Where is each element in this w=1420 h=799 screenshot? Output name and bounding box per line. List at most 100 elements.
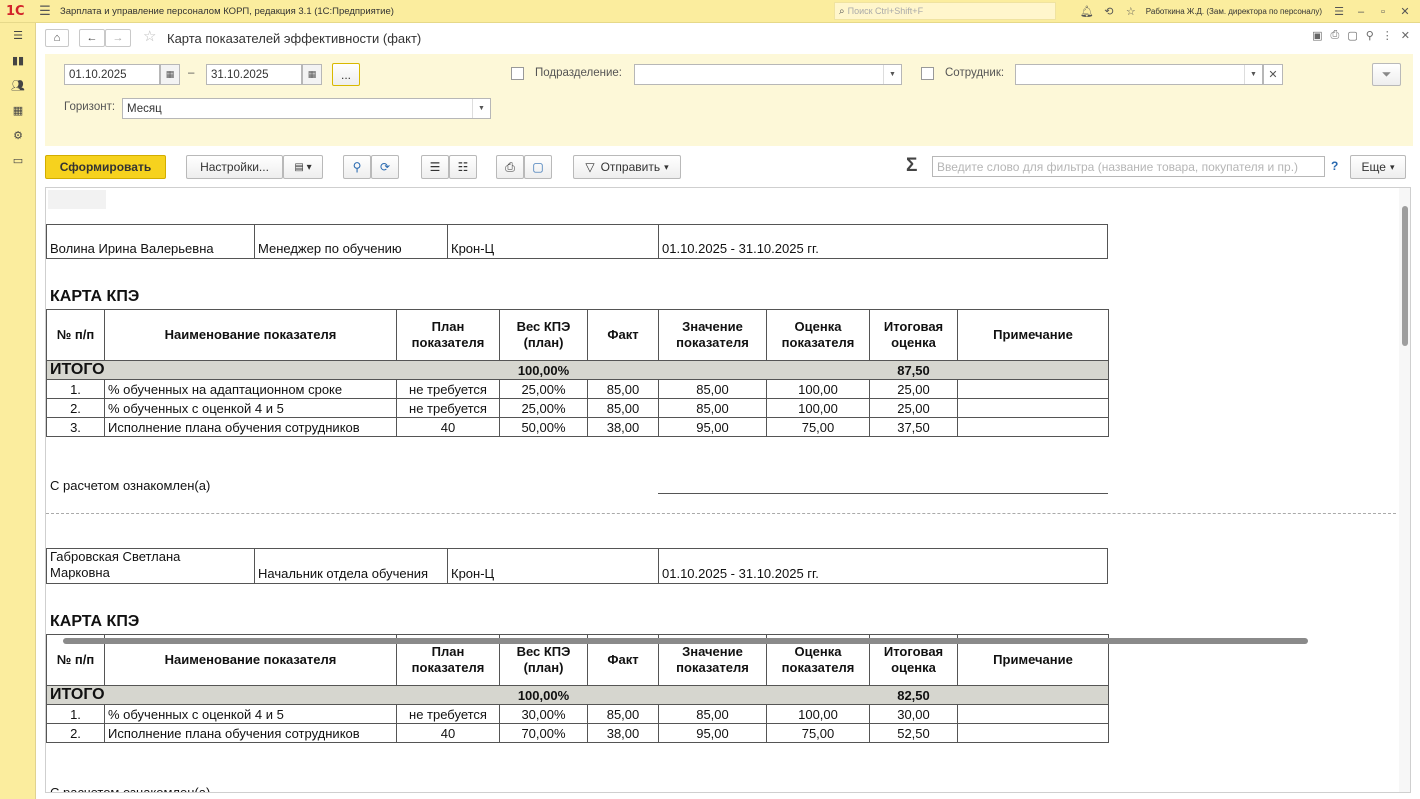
calculator-icon[interactable]: ▦	[0, 98, 36, 123]
notifications-icon[interactable]: 🔔︎	[1076, 5, 1098, 18]
column-header: № п/п	[46, 309, 105, 361]
preview-icon[interactable]: ▢	[1347, 29, 1357, 42]
cell-number: 3.	[46, 417, 105, 437]
employee-period: 01.10.2025 - 31.10.2025 гг.	[658, 224, 1108, 259]
total-score: 87,50	[869, 360, 958, 380]
horizontal-scrollbar[interactable]	[45, 636, 1398, 646]
cell-value: 85,00	[658, 379, 767, 399]
cell-fact: 85,00	[587, 704, 659, 724]
app-logo: 1С	[6, 3, 25, 19]
main-menu-icon[interactable]: ☰	[34, 3, 56, 19]
variants-dropdown-button[interactable]: ▤ ▾	[283, 155, 323, 179]
clear-icon[interactable]: ✕	[1263, 64, 1283, 85]
employee-org: Крон-Ц	[447, 548, 659, 584]
cell-value: 95,00	[658, 417, 767, 437]
send-button[interactable]: ▽ Отправить ▾	[573, 155, 681, 179]
chevron-down-icon[interactable]: ▼	[1244, 65, 1262, 84]
expand-groups-icon[interactable]: ☰	[421, 155, 449, 179]
column-header: Итоговая оценка	[869, 309, 958, 361]
global-search-input[interactable]: ⌕ Поиск Ctrl+Shift+F	[834, 2, 1056, 20]
cell-final: 25,00	[869, 398, 958, 418]
horizon-select[interactable]: Месяц ▼	[122, 98, 491, 119]
date-dash: –	[188, 67, 195, 79]
acknowledgement-text: С расчетом ознакомлен(а)	[50, 785, 211, 793]
favorites-icon[interactable]: ☆	[1120, 5, 1142, 18]
cell-plan: не требуется	[396, 398, 500, 418]
employee-name: Волина Ирина Валерьевна	[46, 224, 255, 259]
settings-menu-icon[interactable]: ☰	[1328, 5, 1350, 18]
date-to-input[interactable]: 31.10.2025	[206, 64, 302, 85]
cell-score: 75,00	[766, 417, 870, 437]
employee-field[interactable]: ▼	[1015, 64, 1263, 85]
find-icon[interactable]: ⚲	[343, 155, 371, 179]
cell-note	[957, 379, 1109, 399]
link-icon[interactable]: ⚲	[1366, 29, 1374, 42]
total-weight: 100,00%	[499, 685, 588, 705]
cell-weight: 25,00%	[499, 379, 588, 399]
save-icon[interactable]: ▣	[1312, 29, 1322, 42]
vertical-scrollbar[interactable]	[1399, 188, 1410, 792]
minimize-icon[interactable]: –	[1350, 6, 1372, 18]
total-empty	[396, 685, 500, 705]
menu-icon[interactable]: ☰	[0, 23, 36, 48]
date-from-input[interactable]: 01.10.2025	[64, 64, 160, 85]
cell-indicator: % обученных с оценкой 4 и 5	[104, 398, 397, 418]
history-icon[interactable]: ⟲	[1098, 5, 1120, 18]
report-area[interactable]: Волина Ирина Валерьевна Менеджер по обуч…	[45, 187, 1411, 793]
column-header: План показателя	[396, 309, 500, 361]
more-button[interactable]: Еще ▾	[1350, 155, 1406, 179]
scrollbar-thumb[interactable]	[1402, 206, 1408, 346]
calendar-icon[interactable]: ▦	[302, 64, 322, 85]
back-button[interactable]: ←	[79, 29, 105, 47]
send-icon: ▽	[585, 160, 595, 174]
print-preview-icon[interactable]: ▢	[524, 155, 552, 179]
employee-checkbox[interactable]	[921, 67, 934, 80]
report-search-input[interactable]: Введите слово для фильтра (название това…	[932, 156, 1325, 177]
collapse-groups-icon[interactable]: ☷	[449, 155, 477, 179]
scrollbar-thumb[interactable]	[63, 638, 1308, 644]
department-checkbox[interactable]	[511, 67, 524, 80]
employee-label: Сотрудник:	[945, 67, 1005, 79]
find-next-icon[interactable]: ⟳	[371, 155, 399, 179]
signature-line	[658, 493, 1108, 494]
cell-weight: 25,00%	[499, 398, 588, 418]
employee-info: Волина Ирина Валерьевна Менеджер по обуч…	[46, 224, 1108, 259]
chevron-down-icon[interactable]: ▼	[883, 65, 901, 84]
filter-icon[interactable]: ⏷	[1372, 63, 1401, 86]
print-icon[interactable]: ⎙	[496, 155, 524, 179]
kpe-table: № п/п Наименование показателя План показ…	[46, 309, 1109, 437]
select-period-button[interactable]: ...	[332, 63, 360, 86]
calendar-icon[interactable]: ▦	[160, 64, 180, 85]
cell-score: 100,00	[766, 398, 870, 418]
cell-plan: 40	[396, 723, 500, 743]
cell-note	[957, 723, 1109, 743]
gift-icon[interactable]: ▮▮	[0, 48, 36, 73]
employee-name-line: Габровская Светлана	[50, 549, 181, 564]
search-icon: ⌕	[839, 5, 845, 17]
settings-button[interactable]: Настройки...	[186, 155, 283, 179]
cell-number: 2.	[46, 723, 105, 743]
gear-icon[interactable]: ⚙	[0, 123, 36, 148]
forward-button[interactable]: →	[105, 29, 131, 47]
favorite-star-icon[interactable]: ☆	[143, 27, 156, 45]
more-actions-icon[interactable]: ⋮	[1382, 29, 1393, 42]
chevron-down-icon[interactable]: ▼	[472, 99, 490, 118]
column-header: Вес КПЭ (план)	[499, 309, 588, 361]
page-separator	[46, 513, 1396, 514]
id-card-icon[interactable]: ▭	[0, 148, 36, 173]
department-field[interactable]: ▼	[634, 64, 902, 85]
close-form-icon[interactable]: ✕	[1401, 29, 1410, 42]
total-row: ИТОГО 100,00% 87,50	[46, 360, 1109, 380]
current-user[interactable]: Работкина Ж.Д. (Зам. директора по персон…	[1146, 7, 1322, 16]
cell-weight: 70,00%	[499, 723, 588, 743]
kpe-title: КАРТА КПЭ	[50, 613, 140, 630]
restore-icon[interactable]: ▫	[1372, 6, 1394, 18]
print-icon[interactable]: ⎙	[1331, 29, 1340, 42]
close-icon[interactable]: ✕	[1394, 5, 1416, 18]
people-icon[interactable]: 👥︎	[0, 73, 36, 98]
home-button[interactable]: ⌂	[45, 29, 69, 47]
total-empty	[587, 360, 870, 380]
help-icon[interactable]: ?	[1331, 159, 1338, 173]
generate-button[interactable]: Сформировать	[45, 155, 166, 179]
sum-icon[interactable]: Σ	[906, 155, 917, 177]
